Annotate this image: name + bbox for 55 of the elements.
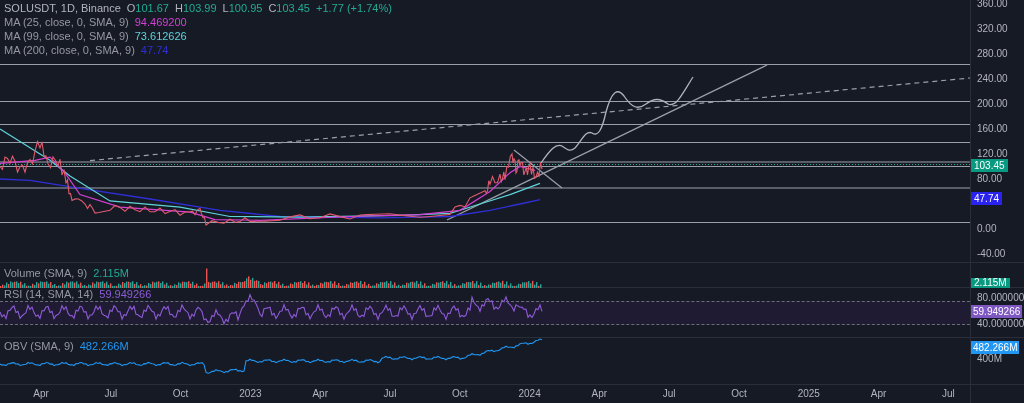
indicator-label: MA (25, close, 0, SMA, 9) — [4, 15, 129, 29]
rsi-badge: 59.949266 — [971, 305, 1023, 318]
price-axis-label: 120.00 — [977, 149, 1008, 159]
time-axis-label: Apr — [870, 389, 887, 399]
indicator-label: MA (99, close, 0, SMA, 9) — [4, 29, 129, 43]
indicator-label: OBV (SMA, 9) — [4, 339, 74, 353]
time-axis-label: Apr — [312, 389, 328, 399]
symbol-title: SOLUSDT, 1D, Binance — [4, 1, 121, 15]
price-axis-label: -40.00 — [977, 249, 1006, 259]
time-axis-label: Apr — [33, 389, 49, 399]
rsi-axis-label: 80.000000 — [977, 293, 1024, 303]
indicator-value: 73.612626 — [134, 29, 187, 43]
indicator-value: 2.115M — [93, 266, 129, 280]
price-axis-label: 240.00 — [977, 74, 1008, 84]
indicator-label: MA (200, close, 0, SMA, 9) — [4, 43, 135, 57]
volume-badge: 2.115M — [971, 278, 1010, 288]
ohlc-label: O — [126, 1, 136, 15]
price-axis-label: 360.00 — [977, 0, 1008, 9]
price-axis-label: 0.00 — [977, 224, 997, 234]
obv-badge: 482.266M — [971, 341, 1020, 354]
price-change: +1.77 (+1.74%) — [316, 1, 392, 15]
price-axis-label: 280.00 — [977, 49, 1008, 59]
ohlc-label: L — [222, 1, 229, 15]
price-badge: 47.74 — [971, 192, 1003, 205]
rsi-axis-label: 40.000000 — [977, 319, 1024, 329]
ohlc-value: 103.45 — [276, 1, 310, 15]
time-axis-label: Oct — [731, 389, 747, 399]
time-axis-label: Jul — [104, 389, 118, 399]
time-axis-label: 2023 — [239, 389, 262, 399]
price-axis-label: 320.00 — [977, 24, 1008, 34]
indicator-value: 59.949266 — [99, 287, 152, 301]
time-axis-label: 2025 — [797, 389, 820, 399]
time-axis-label: Oct — [452, 389, 468, 399]
price-axis-label: 200.00 — [977, 99, 1008, 109]
ohlc-label: C — [268, 1, 277, 15]
time-axis-label: Jul — [383, 389, 397, 399]
time-axis-label: 2024 — [518, 389, 541, 399]
ohlc-value: 100.95 — [228, 1, 263, 15]
ohlc-label: H — [175, 1, 183, 15]
time-axis-label: Apr — [591, 389, 608, 399]
indicator-value: 47.74 — [140, 43, 169, 57]
price-axis-label: 160.00 — [977, 124, 1008, 134]
resistance-trend-line — [513, 149, 563, 189]
indicator-value: 94.469200 — [134, 15, 187, 29]
obv-axis-label: 400M — [977, 354, 1002, 364]
indicator-label: Volume (SMA, 9) — [4, 266, 88, 280]
ohlc-value: 103.99 — [182, 1, 217, 15]
time-axis-label: Jul — [942, 389, 955, 399]
price-badge: 103.45 — [971, 159, 1008, 172]
price-axis-label: 80.00 — [977, 174, 1003, 184]
indicator-label: RSI (14, SMA, 14) — [4, 287, 94, 301]
time-axis-label: Jul — [662, 389, 676, 399]
ohlc-value: 101.67 — [135, 1, 169, 15]
indicator-value: 482.266M — [79, 339, 129, 353]
time-axis-label: Oct — [172, 389, 189, 399]
